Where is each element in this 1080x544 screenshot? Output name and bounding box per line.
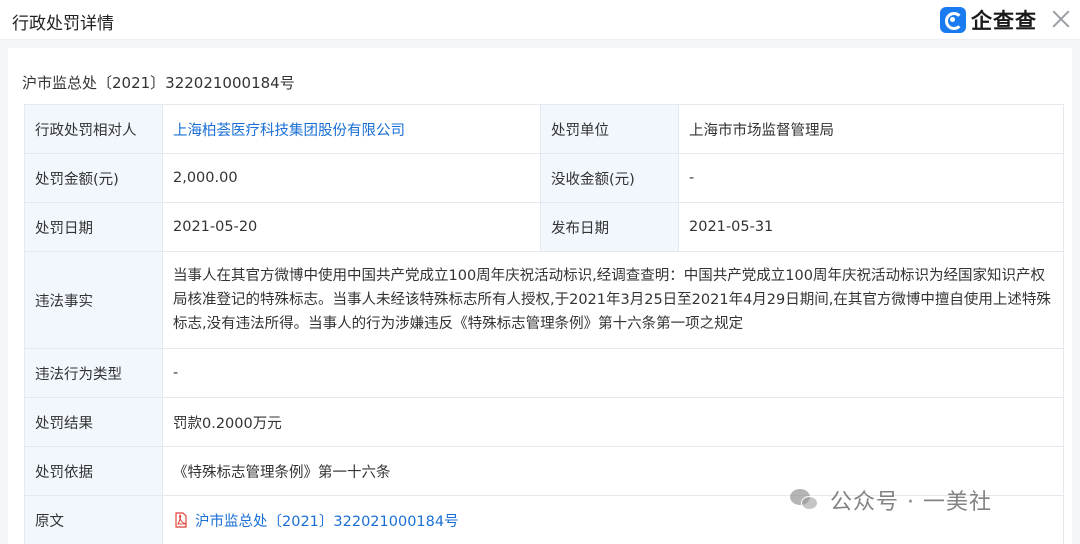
table-row: 违法行为类型 -: [24, 348, 1064, 398]
table-row: 处罚日期 2021-05-20 发布日期 2021-05-31: [24, 202, 1064, 252]
detail-panel: 沪市监总处〔2021〕322021000184号 行政处罚相对人 上海柏荟医疗科…: [8, 48, 1072, 544]
publish-date-label: 发布日期: [540, 202, 679, 252]
close-icon[interactable]: [1050, 8, 1072, 30]
brand-name: 企查查: [971, 9, 1037, 33]
confiscation-value: -: [678, 153, 1064, 203]
result-label: 处罚结果: [24, 397, 163, 447]
table-row: 违法事实 当事人在其官方微博中使用中国共产党成立100周年庆祝活动标识,经调查查…: [24, 251, 1064, 349]
page-title: 行政处罚详情: [12, 14, 114, 34]
original-label: 原文: [24, 495, 163, 544]
table-row: 处罚结果 罚款0.2000万元: [24, 397, 1064, 447]
party-value: 上海柏荟医疗科技集团股份有限公司: [162, 104, 541, 154]
table-row: 处罚金额(元) 2,000.00 没收金额(元) -: [24, 153, 1064, 203]
table-row: 行政处罚相对人 上海柏荟医疗科技集团股份有限公司 处罚单位 上海市市场监督管理局: [24, 104, 1064, 154]
fine-label: 处罚金额(元): [24, 153, 163, 203]
original-document-link[interactable]: 沪市监总处〔2021〕322021000184号: [195, 514, 459, 530]
top-bar: 行政处罚详情 企查查: [0, 0, 1080, 40]
party-label: 行政处罚相对人: [24, 104, 163, 154]
authority-value: 上海市市场监督管理局: [678, 104, 1064, 154]
watermark-text: 公众号 · 一美社: [830, 490, 992, 515]
pdf-file-icon: [175, 511, 187, 528]
watermark: 公众号 · 一美社: [790, 484, 992, 516]
fine-value: 2,000.00: [162, 153, 541, 203]
penalty-detail-table: 行政处罚相对人 上海柏荟医疗科技集团股份有限公司 处罚单位 上海市市场监督管理局…: [24, 104, 1064, 544]
qichacha-logo-icon: [940, 7, 966, 33]
penalty-date-label: 处罚日期: [24, 202, 163, 252]
violation-type-value: -: [162, 348, 1064, 398]
facts-label: 违法事实: [24, 251, 163, 349]
basis-label: 处罚依据: [24, 446, 163, 496]
facts-value: 当事人在其官方微博中使用中国共产党成立100周年庆祝活动标识,经调查查明：中国共…: [162, 251, 1064, 349]
result-value: 罚款0.2000万元: [162, 397, 1064, 447]
publish-date-value: 2021-05-31: [678, 202, 1064, 252]
party-company-link[interactable]: 上海柏荟医疗科技集团股份有限公司: [173, 123, 405, 139]
case-number: 沪市监总处〔2021〕322021000184号: [22, 74, 295, 92]
penalty-date-value: 2021-05-20: [162, 202, 541, 252]
wechat-icon: [790, 487, 820, 513]
violation-type-label: 违法行为类型: [24, 348, 163, 398]
authority-label: 处罚单位: [540, 104, 679, 154]
brand-logo: 企查查: [940, 6, 1037, 34]
confiscation-label: 没收金额(元): [540, 153, 679, 203]
